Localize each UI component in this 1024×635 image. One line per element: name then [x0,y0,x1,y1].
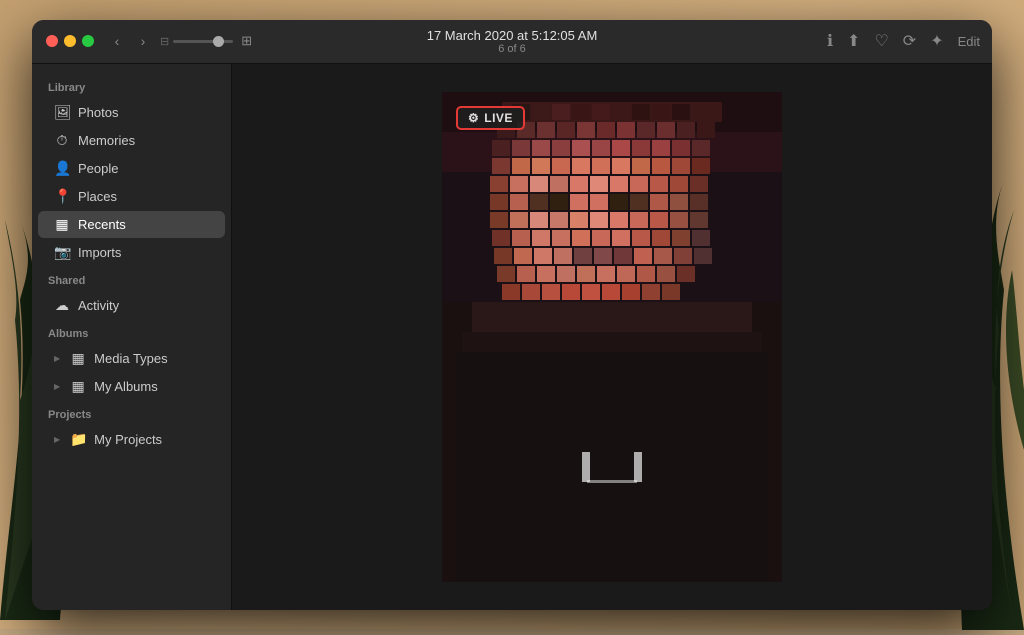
places-label: Places [78,189,117,204]
photo-date: 17 March 2020 at 5:12:05 AM [427,28,598,43]
sidebar: Library 🖼 Photos ⏱ Memories 👤 People 📍 P… [32,64,232,610]
maximize-button[interactable] [82,35,94,47]
titlebar-title: 17 March 2020 at 5:12:05 AM 6 of 6 [427,28,598,55]
sidebar-item-media-types[interactable]: ▶ ▦ Media Types [38,345,225,372]
expand-icon-projects: ▶ [54,435,60,444]
library-section-label: Library [32,74,231,98]
back-button[interactable]: ‹ [106,30,128,52]
sidebar-item-memories[interactable]: ⏱ Memories [38,127,225,154]
memories-label: Memories [78,133,135,148]
sidebar-item-places[interactable]: 📍 Places [38,183,225,210]
grid-icon: ⊞ [241,33,252,49]
shared-section-label: Shared [32,267,231,291]
sidebar-item-photos[interactable]: 🖼 Photos [38,99,225,126]
sidebar-item-people[interactable]: 👤 People [38,155,225,182]
zoom-slider-area: ⊟ ⊞ [160,33,252,49]
recents-label: Recents [78,217,126,232]
imports-icon: 📷 [54,244,70,261]
my-albums-icon: ▦ [70,378,86,395]
my-albums-label: My Albums [94,379,158,394]
close-button[interactable] [46,35,58,47]
people-icon: 👤 [54,160,70,177]
sidebar-item-my-albums[interactable]: ▶ ▦ My Albums [38,373,225,400]
people-label: People [78,161,118,176]
share-icon[interactable]: ⬆ [847,31,860,51]
rotate-icon[interactable]: ⟳ [903,31,916,51]
forward-button[interactable]: › [132,30,154,52]
photo-image [442,92,782,582]
imports-label: Imports [78,245,121,260]
media-types-label: Media Types [94,351,167,366]
photo-svg [442,92,782,582]
recents-icon: ▦ [54,216,70,233]
main-content: Library 🖼 Photos ⏱ Memories 👤 People 📍 P… [32,64,992,610]
places-icon: 📍 [54,188,70,205]
sidebar-item-activity[interactable]: ☁ Activity [38,292,225,319]
info-icon[interactable]: ℹ [827,31,833,51]
media-types-icon: ▦ [70,350,86,367]
expand-icon-media: ▶ [54,354,60,363]
photo-area: ⚙ LIVE [232,64,992,610]
photo-count: 6 of 6 [498,43,526,55]
nav-buttons: ‹ › [106,30,154,52]
activity-label: Activity [78,298,119,313]
activity-icon: ☁ [54,297,70,314]
projects-section-label: Projects [32,401,231,425]
toolbar-actions: ℹ ⬆ ♡ ⟳ ✦ Edit [827,31,980,51]
favorite-icon[interactable]: ♡ [874,31,888,51]
memories-icon: ⏱ [54,132,70,149]
photos-label: Photos [78,105,118,120]
app-window: ‹ › ⊟ ⊞ 17 March 2020 at 5:12:05 AM 6 of… [32,20,992,610]
my-projects-icon: 📁 [70,431,86,448]
sidebar-item-imports[interactable]: 📷 Imports [38,239,225,266]
minimize-button[interactable] [64,35,76,47]
photos-icon: 🖼 [54,104,70,121]
my-projects-label: My Projects [94,432,162,447]
live-text: LIVE [484,111,513,125]
albums-section-label: Albums [32,320,231,344]
sidebar-item-my-projects[interactable]: ▶ 📁 My Projects [38,426,225,453]
photo-container: ⚙ LIVE [442,92,782,582]
expand-icon-albums: ▶ [54,382,60,391]
zoom-slider[interactable] [173,40,233,43]
live-gear-icon: ⚙ [468,111,479,125]
sidebar-item-recents[interactable]: ▦ Recents [38,211,225,238]
titlebar: ‹ › ⊟ ⊞ 17 March 2020 at 5:12:05 AM 6 of… [32,20,992,64]
live-badge[interactable]: ⚙ LIVE [456,106,525,130]
edit-button[interactable]: Edit [958,34,980,49]
adjust-icon[interactable]: ✦ [930,31,943,51]
zoom-out-icon: ⊟ [160,35,169,48]
traffic-lights [32,35,94,47]
